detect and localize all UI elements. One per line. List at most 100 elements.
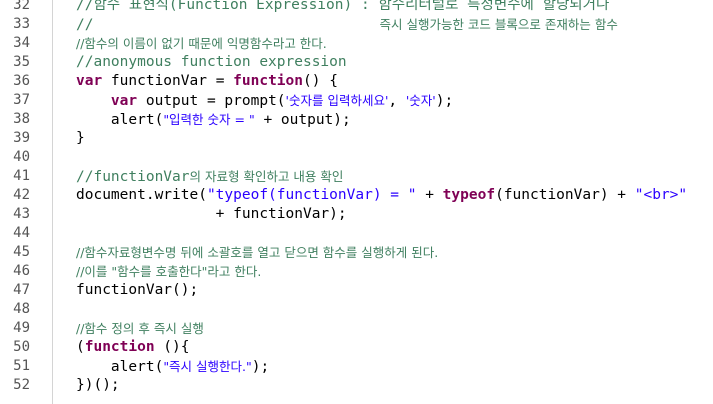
code-token: alert( [76,112,164,128]
code-token: } [76,130,85,146]
code-text[interactable]: var functionVar = function() { [76,72,338,91]
code-token: //함수의 이름이 없기 때문에 익명함수라고 한다. [76,36,327,51]
code-text[interactable]: alert("입력한 숫자 = " + output); [76,110,351,130]
code-line[interactable]: 52 })(); [0,376,713,395]
code-token: (){ [154,339,190,355]
code-token: '숫자' [405,93,436,108]
code-line[interactable]: 41 //functionVar의 자료형 확인하고 내용 확인 [0,167,713,186]
code-line[interactable]: 45 //함수자료형변수명 뒤에 소괄호를 열고 닫으면 함수를 실행하게 된다. [0,243,713,262]
code-token: "입력한 숫자 = " [163,112,255,127]
code-line[interactable]: 50 (function (){ [0,338,713,357]
code-token: //anonymous function expression [76,54,347,70]
code-line[interactable]: 40 [0,148,713,167]
code-token: function [233,73,303,89]
code-text[interactable]: (function (){ [76,338,190,357]
code-text[interactable]: alert("즉시 실행한다."); [76,357,269,377]
code-token: //함수 표현식(Function Expression) : 함수리터럴로 특… [76,0,610,13]
code-text[interactable]: var output = prompt('숫자를 입력하세요', '숫자'); [76,91,453,111]
code-text[interactable]: //functionVar의 자료형 확인하고 내용 확인 [76,167,343,187]
line-number: 42 [13,187,30,203]
code-token: (functionVar) + [495,187,635,203]
code-line[interactable]: 37 var output = prompt('숫자를 입력하세요', '숫자'… [0,91,713,110]
line-number: 44 [13,225,30,241]
code-text[interactable]: //함수의 이름이 없기 때문에 익명함수라고 한다. [76,34,327,54]
line-number: 48 [13,301,30,317]
line-number: 33 [13,16,30,32]
code-line[interactable]: 33 // 즉시 실행가능한 코드 블록으로 존재하는 함수 [0,15,713,34]
code-line[interactable]: 42 document.write("typeof(functionVar) = … [0,186,713,205]
code-token: document.write( [76,187,207,203]
code-text[interactable]: //함수 정의 후 즉시 실행 [76,319,204,339]
line-number: 43 [13,206,30,222]
code-text[interactable]: functionVar(); [76,281,198,300]
line-number: 40 [13,149,30,165]
code-editor[interactable]: 32 //함수 표현식(Function Expression) : 함수리터럴로… [0,0,713,404]
code-token: () { [303,73,338,89]
code-token: //이를 "함수를 호출한다"라고 한다. [76,264,262,279]
code-text[interactable]: } [76,129,85,148]
line-number: 45 [13,244,30,260]
code-line[interactable]: 49 //함수 정의 후 즉시 실행 [0,319,713,338]
line-number: 52 [13,377,30,393]
code-line[interactable]: 44 [0,224,713,243]
code-token: // [76,17,94,33]
code-token: 즉시 실행가능한 코드 블록으로 존재하는 함수 [379,17,618,32]
code-token: + output); [254,112,351,128]
code-token: typeof [442,187,496,203]
code-text[interactable]: document.write("typeof(functionVar) = " … [76,186,687,205]
line-number: 51 [13,358,30,374]
code-line[interactable]: 48 [0,300,713,319]
code-token: alert( [76,359,164,375]
code-token: //함수 정의 후 즉시 실행 [76,321,204,336]
code-token: 의 자료형 확인하고 내용 확인 [189,169,344,184]
code-line[interactable]: 51 alert("즉시 실행한다."); [0,357,713,376]
line-number: 50 [13,339,30,355]
line-number: 34 [13,35,30,51]
code-line[interactable]: 43 + functionVar); [0,205,713,224]
line-number: 46 [13,263,30,279]
code-line[interactable]: 34 //함수의 이름이 없기 때문에 익명함수라고 한다. [0,34,713,53]
code-line[interactable]: 39} [0,129,713,148]
code-line[interactable]: 47 functionVar(); [0,281,713,300]
line-number: 39 [13,130,30,146]
line-number: 32 [13,0,30,13]
code-text[interactable]: // 즉시 실행가능한 코드 블록으로 존재하는 함수 [76,15,618,35]
code-token: '숫자를 입력하세요' [285,93,389,108]
code-text[interactable]: //함수 표현식(Function Expression) : 함수리터럴로 특… [76,0,609,15]
code-token: ); [435,93,454,109]
line-number: 49 [13,320,30,336]
code-line[interactable]: 36 var functionVar = function() { [0,72,713,91]
code-line[interactable]: 35 //anonymous function expression [0,53,713,72]
code-token: var [110,93,138,109]
code-line[interactable]: 32 //함수 표현식(Function Expression) : 함수리터럴로… [0,0,713,15]
code-text[interactable]: + functionVar); [76,205,347,224]
code-token: ( [76,339,85,355]
code-token: functionVar(); [76,282,199,298]
code-text[interactable]: //이를 "함수를 호출한다"라고 한다. [76,262,261,282]
code-token: //함수자료형변수명 뒤에 소괄호를 열고 닫으면 함수를 실행하게 된다. [76,245,439,260]
line-number: 47 [13,282,30,298]
code-text[interactable]: //함수자료형변수명 뒤에 소괄호를 열고 닫으면 함수를 실행하게 된다. [76,243,438,263]
code-token: //functionVar [76,169,190,185]
code-token: function [84,339,155,355]
code-token: output = prompt( [137,93,286,109]
code-token: })(); [76,377,120,393]
code-text[interactable]: //anonymous function expression [76,53,347,72]
code-token: "즉시 실행한다." [163,359,252,374]
code-token: "<br>" [634,187,688,203]
code-line[interactable]: 46 //이를 "함수를 호출한다"라고 한다. [0,262,713,281]
code-token: functionVar = [102,73,234,89]
code-token: + [416,187,443,203]
line-number: 37 [13,92,30,108]
code-token: ); [251,359,270,375]
line-number: 35 [13,54,30,70]
code-token: var [76,73,103,89]
code-lines[interactable]: 32 //함수 표현식(Function Expression) : 함수리터럴로… [0,0,713,395]
code-text[interactable]: })(); [76,376,120,395]
line-number: 41 [13,168,30,184]
code-line[interactable]: 38 alert("입력한 숫자 = " + output); [0,110,713,129]
code-token: + functionVar); [76,206,347,222]
code-token: "typeof(functionVar) = " [206,187,417,203]
line-number: 36 [13,73,30,89]
